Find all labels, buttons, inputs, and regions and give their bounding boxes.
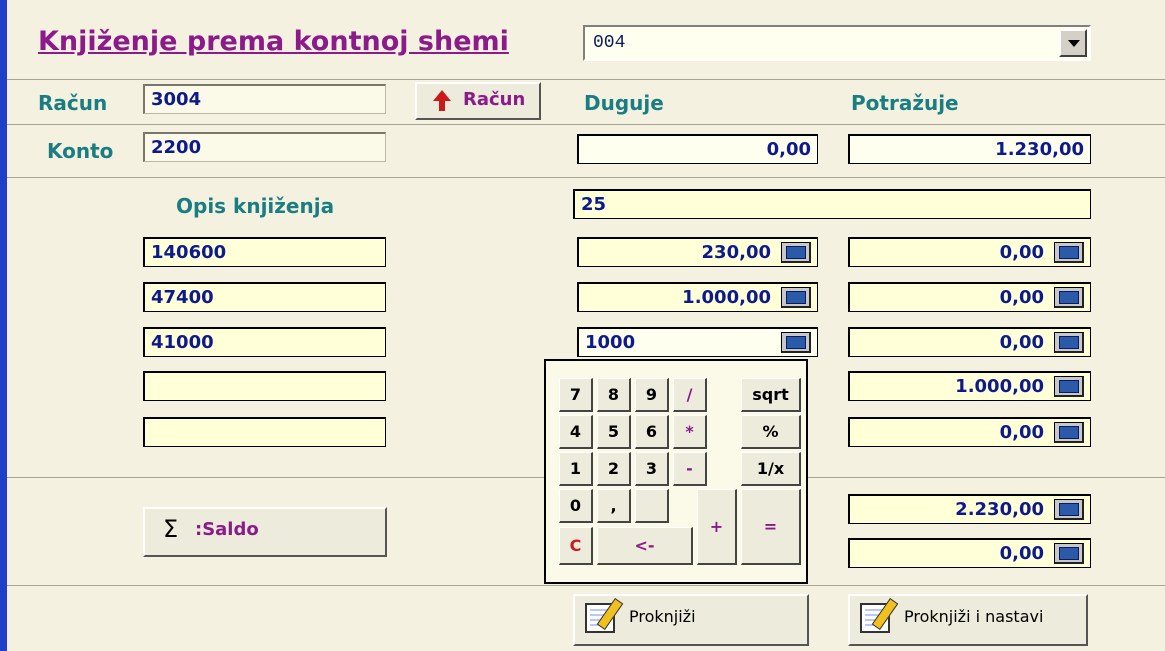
form-title: Knjiženje prema kontnoj shemi (38, 26, 509, 57)
row-konto-input[interactable]: 140600 (143, 237, 386, 267)
saldo-difference: 0,00 (848, 538, 1091, 568)
calc-key-multiply[interactable]: * (673, 415, 707, 449)
calculator-popup: 7 8 9 / sqrt 4 5 6 * % 1 2 3 - 1/x 0 , +… (544, 359, 808, 584)
calc-key-4[interactable]: 4 (559, 415, 593, 449)
racun-input[interactable]: 3004 (143, 84, 386, 114)
saldo-button-label: :Saldo (195, 519, 259, 540)
duguje-header: Duguje (584, 91, 664, 115)
calculator-icon[interactable] (1054, 543, 1084, 564)
calc-key-0[interactable]: 0 (559, 489, 593, 523)
calc-key-7[interactable]: 7 (559, 378, 593, 412)
racun-lookup-button-label: Račun (463, 89, 526, 110)
total-duguje-top: 0,00 (577, 134, 818, 164)
calculator-icon[interactable] (1054, 422, 1084, 443)
row-potrazuje-input[interactable]: 1.000,00 (848, 371, 1091, 401)
calc-key-8[interactable]: 8 (597, 378, 631, 412)
total-potrazuje-top: 1.230,00 (848, 134, 1091, 164)
opis-input[interactable]: 25 (573, 189, 1091, 219)
post-and-continue-button-label: Proknjiži i nastavi (904, 607, 1044, 626)
calc-key-3[interactable]: 3 (635, 452, 669, 486)
saldo-total: 2.230,00 (848, 494, 1091, 524)
konto-label: Konto (47, 139, 114, 163)
calc-key-plus[interactable]: + (697, 489, 737, 565)
post-button[interactable]: Proknjiži (573, 594, 809, 646)
calc-key-5[interactable]: 5 (597, 415, 631, 449)
row-konto-input[interactable] (143, 371, 386, 401)
calculator-icon[interactable] (781, 242, 811, 263)
calc-key-equals[interactable]: = (741, 489, 801, 565)
racun-label: Račun (38, 91, 108, 115)
calc-key-percent[interactable]: % (741, 415, 801, 449)
row-potrazuje-input[interactable]: 0,00 (848, 282, 1091, 312)
window-left-edge (0, 0, 7, 651)
racun-lookup-button[interactable]: Račun (415, 82, 541, 120)
konto-input[interactable]: 2200 (143, 132, 386, 162)
divider (7, 177, 1165, 178)
row-duguje-input[interactable]: 230,00 (577, 237, 818, 267)
calc-key-divide[interactable]: / (673, 378, 707, 412)
calc-key-backspace[interactable]: <- (597, 527, 693, 565)
post-and-continue-button[interactable]: Proknjiži i nastavi (848, 594, 1088, 646)
scheme-select[interactable]: 004 (583, 25, 1091, 61)
divider (7, 124, 1165, 125)
calc-key-minus[interactable]: - (673, 452, 707, 486)
calculator-icon[interactable] (1054, 376, 1084, 397)
calc-key-clear[interactable]: C (559, 527, 593, 565)
potrazuje-header: Potražuje (851, 91, 959, 115)
divider (7, 585, 1165, 586)
calc-key-6[interactable]: 6 (635, 415, 669, 449)
row-konto-input[interactable] (143, 417, 386, 447)
row-potrazuje-input[interactable]: 0,00 (848, 237, 1091, 267)
calculator-icon[interactable] (1054, 499, 1084, 520)
calculator-icon[interactable] (781, 287, 811, 308)
calc-key-comma[interactable]: , (597, 489, 631, 523)
opis-label: Opis knjiženja (176, 194, 335, 218)
calculator-icon[interactable] (781, 332, 811, 353)
calculator-icon[interactable] (1054, 332, 1084, 353)
calc-key-sqrt[interactable]: sqrt (741, 378, 801, 412)
sigma-icon: Σ (163, 515, 179, 543)
calculator-icon[interactable] (1054, 287, 1084, 308)
saldo-button[interactable]: Σ :Saldo (143, 507, 387, 557)
row-potrazuje-input[interactable]: 0,00 (848, 327, 1091, 357)
calc-key-blank[interactable] (635, 489, 669, 523)
divider (7, 79, 1165, 80)
post-button-label: Proknjiži (629, 607, 696, 626)
row-duguje-input-active[interactable]: 1000 (577, 327, 818, 357)
row-konto-input[interactable]: 47400 (143, 282, 386, 312)
row-konto-input[interactable]: 41000 (143, 327, 386, 357)
row-potrazuje-input[interactable]: 0,00 (848, 417, 1091, 447)
calc-key-2[interactable]: 2 (597, 452, 631, 486)
calculator-icon[interactable] (1054, 242, 1084, 263)
calc-key-1[interactable]: 1 (559, 452, 593, 486)
row-duguje-input[interactable]: 1.000,00 (577, 282, 818, 312)
scheme-select-value: 004 (593, 33, 626, 53)
calc-key-reciprocal[interactable]: 1/x (741, 452, 801, 486)
chevron-down-icon[interactable] (1059, 29, 1087, 57)
calc-key-9[interactable]: 9 (635, 378, 669, 412)
